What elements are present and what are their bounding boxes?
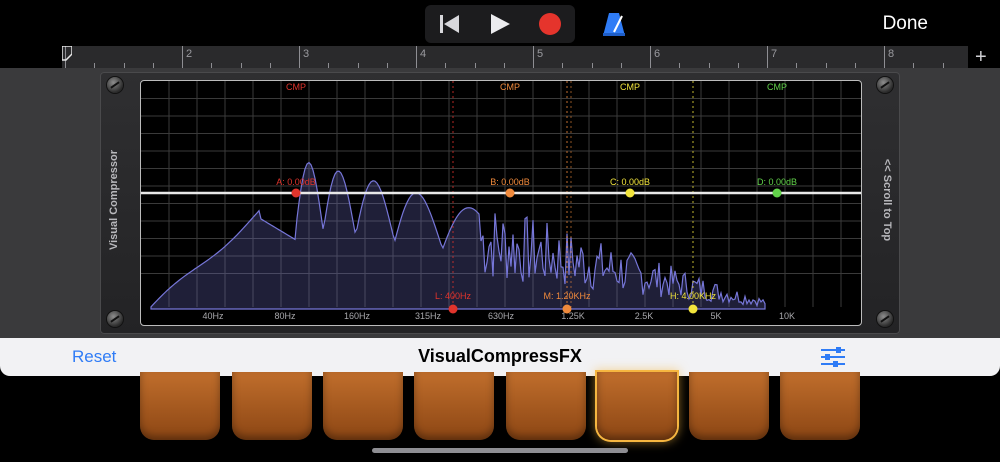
- timeline-ruler[interactable]: 2 3 4 5 6 7 8: [0, 46, 1000, 68]
- scroll-to-top-button[interactable]: << Scroll to Top: [881, 145, 893, 255]
- ruler-tick: [533, 46, 534, 68]
- playhead-handle[interactable]: [61, 45, 73, 68]
- rewind-button[interactable]: [425, 5, 475, 43]
- frequency-tick-label: 630Hz: [488, 311, 515, 321]
- ruler-bar-number: 6: [654, 48, 661, 60]
- top-toolbar: Done: [0, 0, 1000, 46]
- ruler-tick: [884, 46, 885, 68]
- screw-icon: [107, 311, 123, 327]
- play-button[interactable]: [475, 5, 525, 43]
- drum-pad[interactable]: [323, 372, 403, 440]
- crossover-label: L: 400Hz: [435, 291, 472, 301]
- ruler-track: 2 3 4 5 6 7 8: [62, 46, 968, 68]
- ruler-bar-number: 2: [186, 48, 193, 60]
- ruler-bar-number: 4: [420, 48, 427, 60]
- band-label: CMP: [286, 82, 306, 92]
- crossover-handle[interactable]: [448, 304, 458, 314]
- ruler-bar-number: 5: [537, 48, 544, 60]
- drum-pad[interactable]: [506, 372, 586, 440]
- band-gain-label: A: 0.00dB: [276, 177, 316, 187]
- ruler-bar-number: 3: [303, 48, 310, 60]
- band-label: CMP: [767, 82, 787, 92]
- frequency-tick-label: 160Hz: [344, 311, 371, 321]
- ruler-tick: [650, 46, 651, 68]
- screw-icon: [107, 77, 123, 93]
- plugin-title: VisualCompressFX: [418, 346, 582, 366]
- screw-icon: [877, 77, 893, 93]
- frequency-tick-label: 40Hz: [202, 311, 224, 321]
- band-gain-handle[interactable]: [772, 188, 782, 198]
- plugin-bottom-bar: Reset VisualCompressFX: [0, 338, 1000, 376]
- ruler-tick: [767, 46, 768, 68]
- drum-pad[interactable]: [232, 372, 312, 440]
- record-icon: [538, 12, 562, 36]
- drum-pad[interactable]: [414, 372, 494, 440]
- metronome-button[interactable]: [600, 10, 628, 38]
- band-label: CMP: [500, 82, 520, 92]
- band-gain-handle[interactable]: [625, 188, 635, 198]
- crossover-handle[interactable]: [688, 304, 698, 314]
- band-gain-handle[interactable]: [291, 188, 301, 198]
- ruler-tick: [416, 46, 417, 68]
- ruler-bar-number: 7: [771, 48, 778, 60]
- frequency-tick-label: 315Hz: [415, 311, 442, 321]
- band-label: CMP: [620, 82, 640, 92]
- crossover-label: M: 1.20KHz: [543, 291, 591, 301]
- record-button[interactable]: [525, 5, 575, 43]
- add-section-button[interactable]: +: [975, 46, 987, 68]
- frequency-tick-label: 5K: [710, 311, 721, 321]
- ruler-bar-number: 8: [888, 48, 895, 60]
- drum-pad[interactable]: [597, 372, 677, 440]
- frequency-graph[interactable]: CMP A: 0.00dB CMP B: 0.00dB CMP C: 0.00dB CMP D…: [140, 80, 862, 326]
- drum-pad[interactable]: [140, 372, 220, 440]
- band-gain-handle[interactable]: [505, 188, 515, 198]
- frequency-tick-label: 2.5K: [635, 311, 654, 321]
- visual-compressor-label: Visual Compressor: [108, 149, 120, 251]
- skip-to-start-icon: [439, 14, 461, 34]
- drum-pad[interactable]: [780, 372, 860, 440]
- metronome-icon: [600, 13, 628, 42]
- sliders-icon[interactable]: [820, 346, 846, 368]
- frequency-tick-label: 1.25K: [561, 311, 585, 321]
- frequency-tick-label: 80Hz: [274, 311, 296, 321]
- frequency-tick-label: 10K: [779, 311, 795, 321]
- transport-controls: [425, 5, 575, 43]
- done-button[interactable]: Done: [883, 13, 928, 35]
- crossover-label: H: 4.00KHz: [670, 291, 717, 301]
- drum-pad[interactable]: [689, 372, 769, 440]
- band-gain-label: C: 0.00dB: [610, 177, 650, 187]
- band-gain-label: D: 0.00dB: [757, 177, 797, 187]
- home-indicator: [372, 448, 628, 453]
- screw-icon: [877, 311, 893, 327]
- play-icon: [489, 13, 511, 35]
- ruler-tick: [299, 46, 300, 68]
- ruler-tick: [182, 46, 183, 68]
- band-gain-label: B: 0.00dB: [490, 177, 530, 187]
